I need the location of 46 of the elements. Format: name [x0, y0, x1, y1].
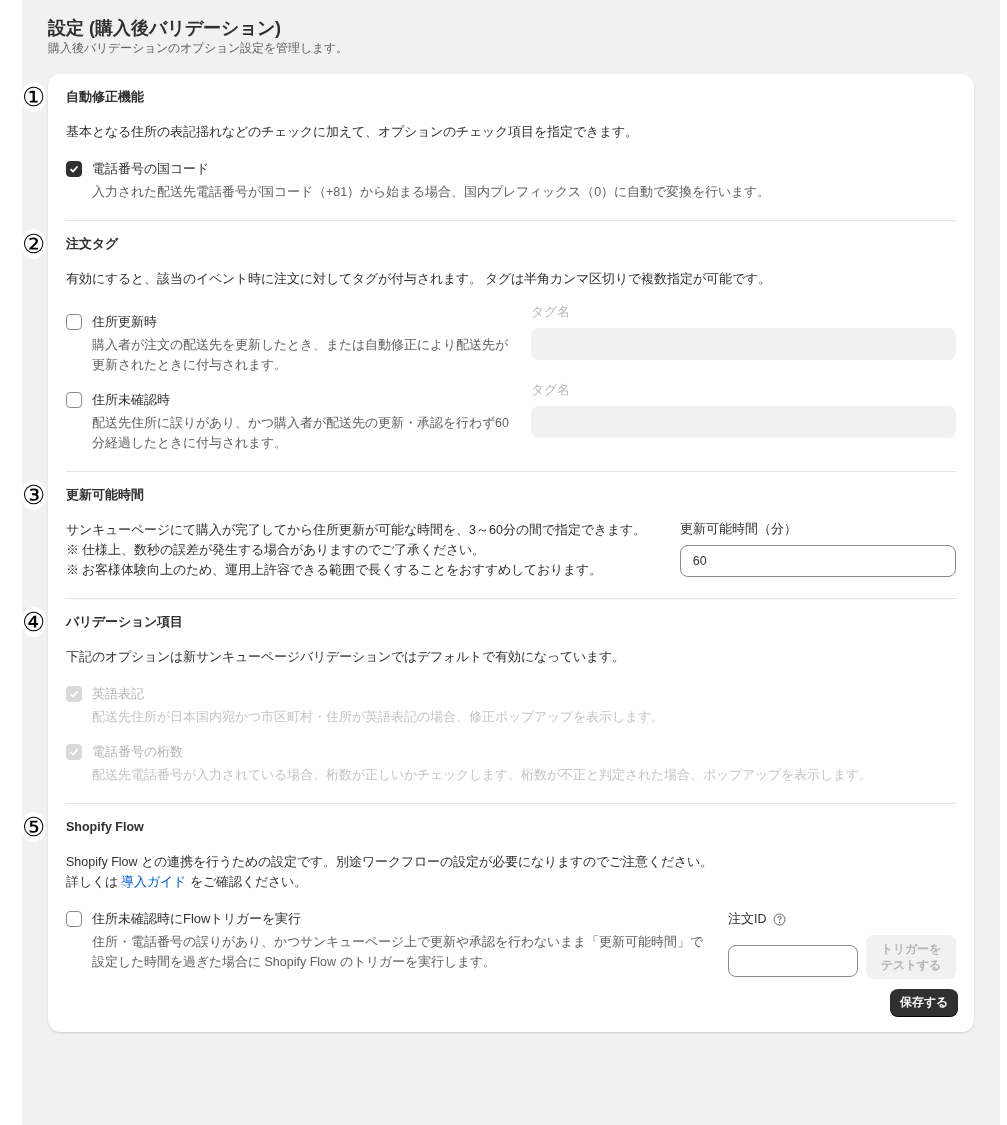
option-label: 住所未確認時にFlowトリガーを実行 — [92, 910, 302, 928]
description-text: ※ 仕様上、数秒の誤差が発生する場合がありますのでご了承ください。 — [66, 542, 487, 559]
page-title: 設定 (購入後バリデーション) — [48, 17, 282, 40]
checkmark-icon — [69, 747, 79, 757]
option-help: 購入者が注文の配送先を更新したとき、または自動修正により配送先が更新されたときに付与されます。 — [91, 337, 509, 374]
checkmark-icon — [69, 164, 79, 174]
description-text: 有効にすると、該当のイベント時に注文に対してタグが付与されます。 タグは半角カンマ区切りで複数指定が可能です。 — [66, 271, 773, 288]
section-heading: 自動修正機能 — [66, 89, 145, 106]
description-text: サンキューページにて購入が完了してから住所更新が可能な時間を、3～60分の間で指定できます。 — [66, 522, 646, 539]
guide-link[interactable]: 導入ガイド — [121, 875, 187, 889]
annotation-number: ② — [22, 229, 45, 259]
checkmark-icon — [69, 689, 79, 699]
page-subtitle: 購入後バリデーションのオプション設定を管理します。 — [48, 40, 349, 56]
option-label: 住所更新時 — [92, 313, 157, 331]
option-label: 電話番号の国コード — [92, 160, 209, 178]
field-label: 注文ID — [728, 911, 767, 928]
description-text: 下記のオプションは新サンキューページバリデーションではデフォルトで有効になっています。 — [66, 649, 626, 666]
option-help: 配送先住所に誤りがあり、かつ購入者が配送先の更新・承認を行わず60分経過したときに付与されます。 — [91, 415, 510, 452]
annotation-number: ① — [22, 82, 45, 112]
checkbox[interactable] — [66, 161, 82, 177]
checkbox[interactable] — [66, 392, 82, 408]
guide-text: 詳しくは 導入ガイド をご確認ください。 — [66, 874, 308, 891]
help-icon[interactable] — [772, 912, 786, 926]
checkbox[interactable] — [66, 911, 82, 927]
field-label: タグ名 — [531, 304, 571, 321]
option-help: 入力された配送先電話番号が国コード（+81）から始まる場合、国内プレフィックス（0）に自動で変換を行います。 — [91, 184, 772, 201]
option-help: 住所・電話番号の誤りがあり、かつサンキューページ上で更新や承認を行わないまま「更新可能時間」で設定した時間を過ぎた場合に Shopify Flow のトリガーを実行します。 — [91, 934, 704, 971]
description-text: Shopify Flow との連携を行うための設定です。別途ワークフローの設定が必要になりますのでご注意ください。 — [66, 854, 715, 871]
annotation-number: ③ — [22, 480, 45, 510]
section-heading: 注文タグ — [66, 236, 120, 253]
section-heading: バリデーション項目 — [66, 614, 184, 631]
description-text: ※ お客様体験向上のため、運用上許容できる範囲で長くすることをおすすめしております。 — [66, 562, 604, 579]
order-id-input[interactable] — [728, 944, 858, 977]
annotation-number: ④ — [22, 607, 45, 637]
section-heading: Shopify Flow — [66, 819, 145, 836]
annotation-number: ⑤ — [22, 812, 45, 842]
checkbox[interactable] — [66, 314, 82, 330]
field-label: 更新可能時間（分） — [679, 521, 798, 538]
description-text: 基本となる住所の表記揺れなどのチェックに加えて、オプションのチェック項目を指定できます。 — [66, 124, 639, 141]
save-button[interactable]: 保存する — [890, 988, 958, 1016]
section-heading: 更新可能時間 — [66, 487, 145, 504]
option-label: 電話番号の桁数 — [92, 743, 183, 761]
option-label: 住所未確認時 — [92, 391, 170, 409]
option-label: 英語表記 — [92, 685, 144, 703]
field-label: タグ名 — [531, 382, 571, 399]
minutes-input[interactable]: 60 — [679, 544, 956, 577]
